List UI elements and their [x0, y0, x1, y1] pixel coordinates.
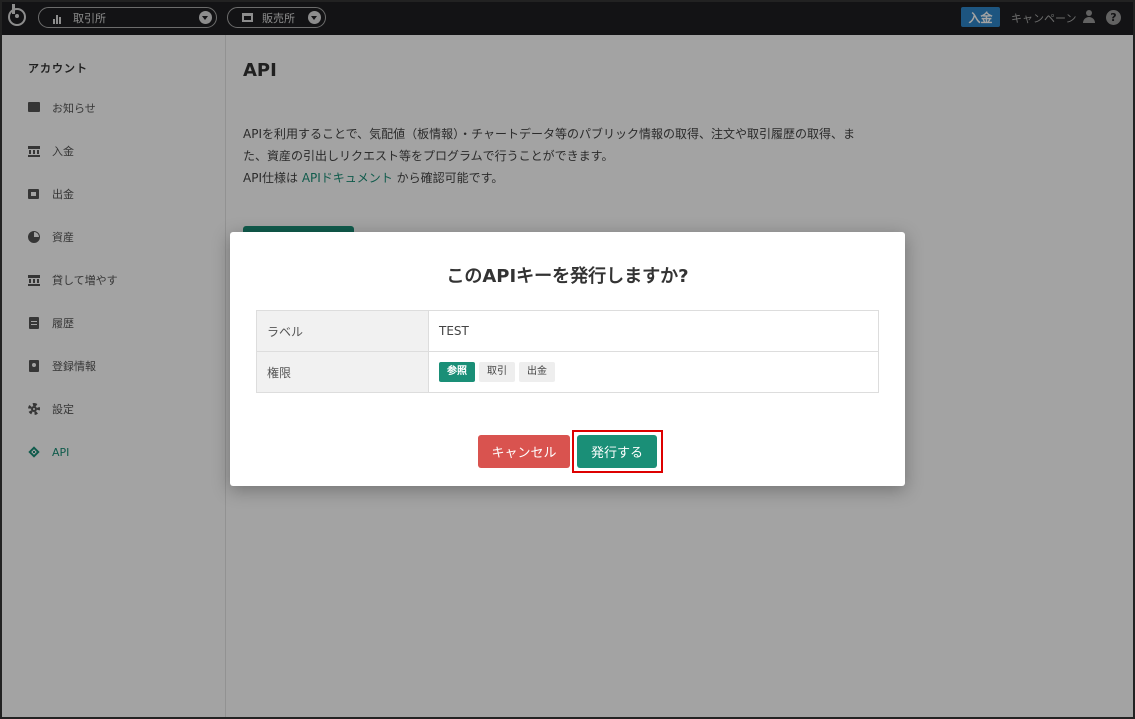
table-row: 権限 参照 取引 出金	[256, 351, 879, 393]
permission-tag-read: 参照	[439, 362, 475, 382]
permission-tag-trade: 取引	[479, 362, 515, 382]
issue-button-highlight	[572, 430, 663, 473]
table-row: ラベル TEST	[256, 310, 879, 352]
permission-tag-withdraw: 出金	[519, 362, 555, 382]
permission-header: 権限	[256, 351, 429, 393]
permission-tags: 参照 取引 出金	[428, 351, 879, 393]
cancel-button[interactable]: キャンセル	[478, 435, 570, 468]
dialog-title: このAPIキーを発行しますか?	[446, 266, 689, 287]
label-value: TEST	[428, 310, 879, 352]
api-key-details-table: ラベル TEST 権限 参照 取引 出金	[256, 310, 879, 393]
label-header: ラベル	[256, 310, 429, 352]
confirm-issue-api-key-dialog: このAPIキーを発行しますか? ラベル TEST 権限 参照 取引 出金 キャンセル…	[230, 232, 905, 486]
